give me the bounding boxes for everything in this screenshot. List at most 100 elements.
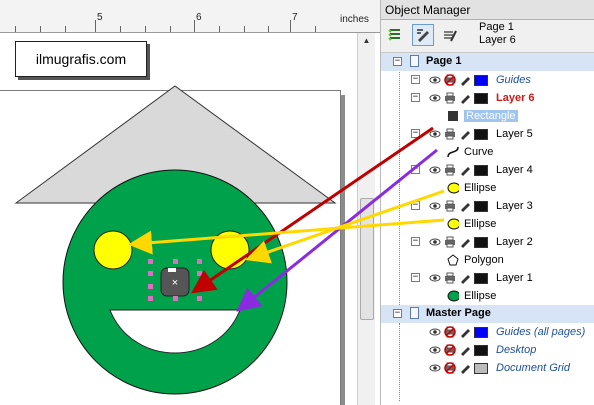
object-name: Rectangle xyxy=(464,110,518,122)
layer-color-swatch[interactable] xyxy=(474,344,488,356)
layer-color-swatch[interactable] xyxy=(474,74,488,86)
object-row[interactable]: Polygon xyxy=(381,251,594,269)
collapse-icon[interactable]: − xyxy=(393,57,402,66)
pencil-icon[interactable] xyxy=(459,92,471,104)
layer-row[interactable]: − Layer 4 xyxy=(381,161,594,179)
pencil-icon[interactable] xyxy=(459,236,471,248)
pencil-icon[interactable] xyxy=(459,164,471,176)
printer-icon[interactable] xyxy=(444,236,456,248)
layer-controls xyxy=(429,325,488,339)
expand-icon[interactable]: − xyxy=(411,129,420,138)
drawing-canvas[interactable]: 5 6 7 inches ilmugrafis.com × ▲ xyxy=(0,0,380,405)
center-x-marker: × xyxy=(172,277,178,289)
scroll-up-icon[interactable]: ▲ xyxy=(358,33,375,47)
object-row[interactable]: Ellipse xyxy=(381,287,594,305)
layer-row[interactable]: − Layer 5 xyxy=(381,125,594,143)
layer-row[interactable]: Desktop xyxy=(381,341,594,359)
object-row[interactable]: Curve xyxy=(381,143,594,161)
printer-icon[interactable] xyxy=(444,92,456,104)
eye-icon[interactable] xyxy=(429,236,441,248)
layer-color-swatch[interactable] xyxy=(474,128,488,140)
layer-controls xyxy=(429,73,488,87)
printer-disabled-icon[interactable] xyxy=(444,74,456,86)
printer-icon[interactable] xyxy=(444,128,456,140)
layer-color-swatch[interactable] xyxy=(474,236,488,248)
pencil-icon[interactable] xyxy=(459,74,471,86)
current-page-label: Page 1 xyxy=(479,21,514,33)
show-properties-icon[interactable] xyxy=(385,24,407,46)
eye-icon[interactable] xyxy=(429,362,441,374)
expand-icon[interactable]: − xyxy=(411,165,420,174)
expand-icon[interactable]: − xyxy=(411,237,420,246)
vertical-scrollbar[interactable]: ▲ xyxy=(357,33,375,405)
layer-row[interactable]: − Layer 1 xyxy=(381,269,594,287)
layer-name: Layer 3 xyxy=(496,200,533,212)
printer-disabled-icon[interactable] xyxy=(444,344,456,356)
eye-icon[interactable] xyxy=(429,128,441,140)
layer-controls xyxy=(429,361,488,375)
layer-color-swatch[interactable] xyxy=(474,326,488,338)
polygon-icon xyxy=(447,254,459,266)
pencil-icon[interactable] xyxy=(459,362,471,374)
object-row[interactable]: Ellipse xyxy=(381,215,594,233)
eye-icon[interactable] xyxy=(429,200,441,212)
object-name: Curve xyxy=(464,146,494,158)
layer-row[interactable]: Document Grid xyxy=(381,359,594,377)
pencil-icon[interactable] xyxy=(459,128,471,140)
layer-name: Guides (all pages) xyxy=(496,326,586,338)
layer-row[interactable]: − Layer 2 xyxy=(381,233,594,251)
ellipse-green-icon xyxy=(447,290,459,302)
ellipse-yellow-icon xyxy=(447,218,459,230)
printer-disabled-icon[interactable] xyxy=(444,362,456,374)
master-page-header[interactable]: − Master Page xyxy=(381,305,594,323)
layer-color-swatch[interactable] xyxy=(474,92,488,104)
page-icon xyxy=(410,307,419,319)
layer-name: Guides xyxy=(496,74,531,86)
layer-name: Layer 5 xyxy=(496,128,533,140)
edit-across-layers-icon[interactable] xyxy=(412,24,434,46)
printer-icon[interactable] xyxy=(444,200,456,212)
printer-icon[interactable] xyxy=(444,272,456,284)
master-page-label: Master Page xyxy=(426,307,491,319)
printer-icon[interactable] xyxy=(444,164,456,176)
layer-controls xyxy=(429,199,488,213)
scrollbar-thumb[interactable] xyxy=(360,198,374,320)
layer-row[interactable]: Guides (all pages) xyxy=(381,323,594,341)
pencil-icon[interactable] xyxy=(459,344,471,356)
layer-manager-view-icon[interactable] xyxy=(439,24,461,46)
expand-icon[interactable]: − xyxy=(411,93,420,102)
eye-icon[interactable] xyxy=(429,326,441,338)
eye-icon[interactable] xyxy=(429,272,441,284)
expand-icon[interactable]: − xyxy=(411,201,420,210)
layer-row[interactable]: − Layer 3 xyxy=(381,197,594,215)
printer-disabled-icon[interactable] xyxy=(444,326,456,338)
eye-icon[interactable] xyxy=(429,344,441,356)
right-eye-ellipse[interactable] xyxy=(210,230,250,270)
left-eye-ellipse[interactable] xyxy=(93,230,133,270)
object-row[interactable]: Ellipse xyxy=(381,179,594,197)
page-1-label: Page 1 xyxy=(426,55,462,67)
pencil-icon[interactable] xyxy=(459,326,471,338)
pencil-icon[interactable] xyxy=(459,272,471,284)
eye-icon[interactable] xyxy=(429,74,441,86)
expand-icon[interactable]: − xyxy=(411,273,420,282)
layer-color-swatch[interactable] xyxy=(474,362,488,374)
layer-color-swatch[interactable] xyxy=(474,200,488,212)
collapse-icon[interactable]: − xyxy=(393,309,402,318)
layer-color-swatch[interactable] xyxy=(474,164,488,176)
selection-ghost xyxy=(168,268,176,272)
ellipse-yellow-icon xyxy=(447,182,459,194)
layer-row[interactable]: − Guides xyxy=(381,71,594,89)
layer-name: Layer 6 xyxy=(496,92,535,104)
layer-row[interactable]: − Layer 6 xyxy=(381,89,594,107)
layer-name: Layer 1 xyxy=(496,272,533,284)
page-1-header[interactable]: − Page 1 xyxy=(381,53,594,71)
layer-color-swatch[interactable] xyxy=(474,272,488,284)
layer-name: Desktop xyxy=(496,344,537,356)
pencil-icon[interactable] xyxy=(459,200,471,212)
eye-icon[interactable] xyxy=(429,164,441,176)
expand-icon[interactable]: − xyxy=(411,75,420,84)
eye-icon[interactable] xyxy=(429,92,441,104)
object-name: Polygon xyxy=(464,254,504,266)
object-row[interactable]: Rectangle xyxy=(381,107,594,125)
